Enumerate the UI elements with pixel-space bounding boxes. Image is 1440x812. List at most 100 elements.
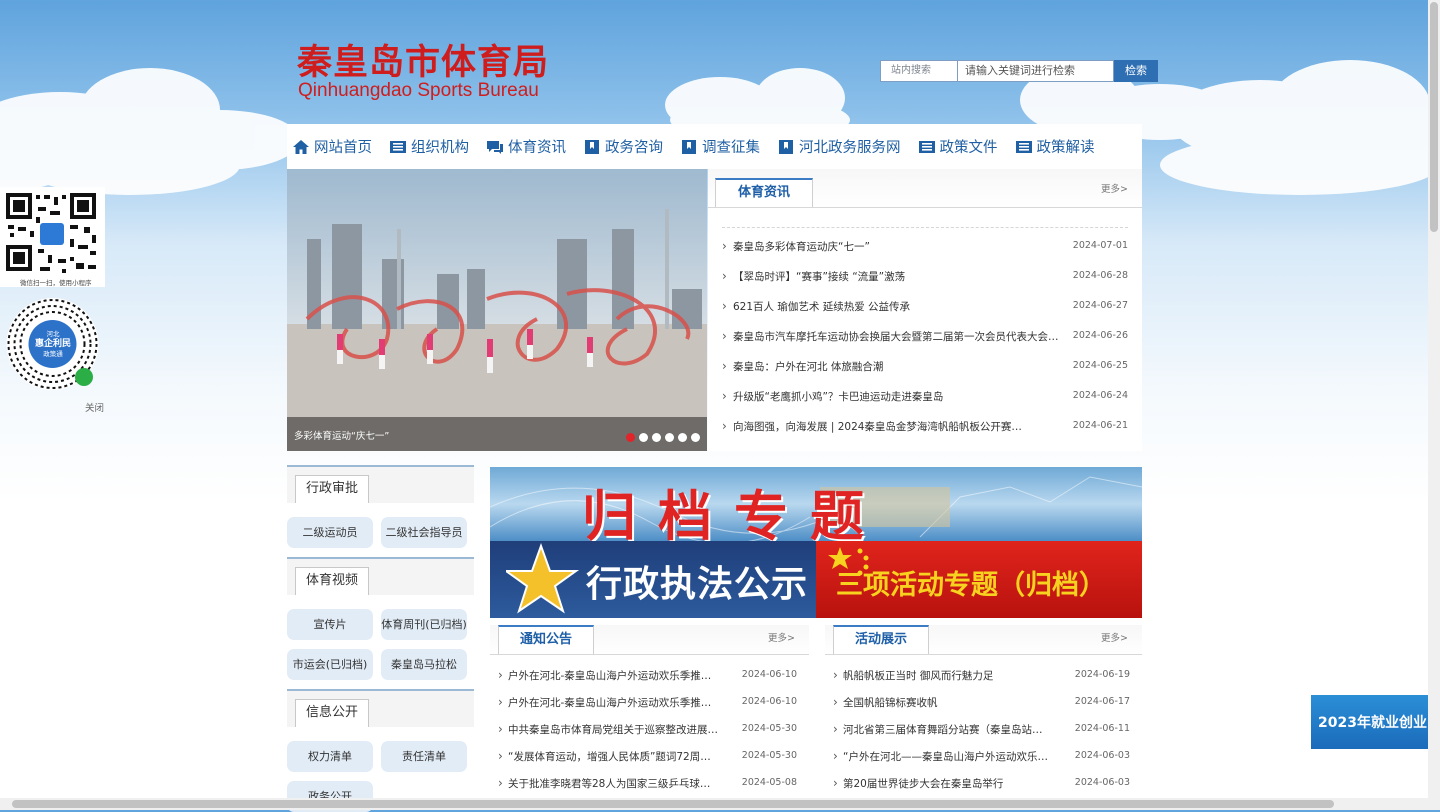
slide-caption[interactable]: 多彩体育运动“庆七一” — [294, 428, 389, 442]
chevron-right-icon: › — [498, 722, 503, 736]
quick-link-button[interactable]: 二级运动员 — [287, 517, 373, 548]
notice-title[interactable]: 中共秦皇岛市体育局党组关于巡察整改进展情… — [508, 722, 719, 737]
news-date: 2024-06-24 — [1072, 390, 1128, 401]
activity-date: 2024-06-03 — [1074, 750, 1130, 761]
activity-item[interactable]: › 河北省第三届体育舞蹈分站赛（秦皇岛站）激… 2024-06-11 — [833, 722, 1130, 738]
horizontal-scrollbar[interactable] — [0, 798, 1428, 810]
nav-item[interactable]: 调查征集 — [680, 136, 760, 157]
activity-title[interactable]: 第20届世界徒步大会在秦皇岛举行 — [843, 776, 1052, 791]
search-input[interactable]: 请输入关键词进行检索 — [957, 60, 1114, 82]
activities-banner[interactable]: 三项活动专题（归档） — [816, 541, 1142, 618]
slider-dot[interactable] — [626, 433, 635, 442]
search-bar: 站内搜索 请输入关键词进行检索 检索 — [880, 60, 1158, 82]
activity-more-link[interactable]: 更多> — [1101, 630, 1128, 644]
notice-title[interactable]: 户外在河北-秦皇岛山海户外运动欢乐季推进方… — [508, 668, 719, 683]
slider-dot[interactable] — [652, 433, 661, 442]
notice-item[interactable]: › 中共秦皇岛市体育局党组关于巡察整改进展情… 2024-05-30 — [498, 722, 797, 738]
notice-title[interactable]: 关于批准李晓君等28人为国家三级乒乓球裁… — [508, 776, 719, 791]
nav-item[interactable]: 政策文件 — [918, 136, 998, 157]
quick-link-button[interactable]: 二级社会指导员 — [381, 517, 467, 548]
site-title[interactable]: 秦皇岛市体育局 — [297, 34, 549, 85]
vertical-scrollbar[interactable] — [1428, 0, 1440, 810]
activity-item[interactable]: › “户外在河北——秦皇岛山海户外运动欢乐季”… 2024-06-03 — [833, 749, 1130, 765]
quick-link-button[interactable]: 市运会(已归档) — [287, 649, 373, 680]
news-more-link[interactable]: 更多> — [1101, 181, 1128, 195]
quick-link-button[interactable]: 体育周刊(已归档) — [381, 609, 467, 640]
divider — [722, 227, 1128, 228]
news-title[interactable]: 秦皇岛多彩体育运动庆“七一” — [733, 239, 1063, 254]
news-item[interactable]: › 秦皇岛市汽车摩托车运动协会换届大会暨第二届第一次会员代表大会… 2024-06-… — [722, 329, 1128, 345]
employment-ad-banner[interactable]: 2023年就业创业 — [1311, 695, 1428, 749]
image-slider[interactable]: 多彩体育运动“庆七一” — [287, 169, 707, 451]
section-tab[interactable]: 行政审批 — [295, 475, 369, 503]
sports-news-panel: 体育资讯 更多> › 秦皇岛多彩体育运动庆“七一” 2024-07-01 › 【翠岛时评… — [708, 169, 1142, 451]
ad-text: 2023年就业创业 — [1318, 715, 1427, 731]
news-item[interactable]: › 升级版“老鹰抓小鸡”？卡巴迪运动走进秦皇岛 2024-06-24 — [722, 389, 1128, 405]
tab-label: 体育资讯 — [737, 185, 790, 200]
quick-link-button[interactable]: 宣传片 — [287, 609, 373, 640]
notice-item[interactable]: › 户外在河北-秦皇岛山海户外运动欢乐季推进方… 2024-06-10 — [498, 695, 797, 711]
nav-item[interactable]: 政策解读 — [1015, 136, 1095, 157]
chevron-right-icon: › — [498, 749, 503, 763]
tab-activities[interactable]: 活动展示 — [833, 625, 929, 654]
enforcement-banner[interactable]: 行政执法公示 — [490, 541, 816, 618]
section-tab[interactable]: 信息公开 — [295, 699, 369, 727]
search-button[interactable]: 检索 — [1114, 60, 1158, 82]
left-section: 信息公开 权力清单 责任清单 政务公开 — [287, 689, 474, 812]
nav-item[interactable]: 政务咨询 — [583, 136, 663, 157]
slider-dot[interactable] — [639, 433, 648, 442]
notice-title[interactable]: 户外在河北-秦皇岛山海户外运动欢乐季推进方… — [508, 695, 719, 710]
nav-item[interactable]: 河北政务服务网 — [777, 136, 901, 157]
slider-dot[interactable] — [678, 433, 687, 442]
notice-item[interactable]: › 户外在河北-秦皇岛山海户外运动欢乐季推进方… 2024-06-10 — [498, 668, 797, 684]
scroll-thumb[interactable] — [12, 800, 1334, 808]
tab-sports-news[interactable]: 体育资讯 — [715, 178, 813, 207]
qr-code-images[interactable] — [0, 187, 105, 412]
activity-item[interactable]: › 帆船帆板正当时 御风而行魅力足 2024-06-19 — [833, 668, 1130, 684]
quick-link-button[interactable]: 秦皇岛马拉松 — [381, 649, 467, 680]
quick-link-button[interactable]: 权力清单 — [287, 741, 373, 772]
activity-title[interactable]: 河北省第三届体育舞蹈分站赛（秦皇岛站）激… — [843, 722, 1052, 737]
slide-caption-bar: 多彩体育运动“庆七一” — [287, 417, 707, 451]
notice-panel: 通知公告 更多> › 户外在河北-秦皇岛山海户外运动欢乐季推进方… 2024-06-… — [490, 625, 809, 805]
book-icon — [389, 139, 407, 155]
notice-item[interactable]: › 关于批准李晓君等28人为国家三级乒乓球裁… 2024-05-08 — [498, 776, 797, 792]
tab-label: 通知公告 — [519, 632, 572, 647]
news-title[interactable]: 秦皇岛市汽车摩托车运动协会换届大会暨第二届第一次会员代表大会… — [733, 329, 1063, 344]
notice-title[interactable]: “发展体育运动，增强人民体质”题词72周… — [508, 749, 719, 764]
chevron-right-icon: › — [722, 269, 727, 283]
news-item[interactable]: › 向海图强，向海发展 | 2024秦皇岛金梦海湾帆船帆板公开赛… 2024-06-… — [722, 419, 1128, 435]
news-title[interactable]: 向海图强，向海发展 | 2024秦皇岛金梦海湾帆船帆板公开赛… — [733, 419, 1063, 434]
news-item[interactable]: › 621百人 瑜伽艺术 延续热爱 公益传承 2024-06-27 — [722, 299, 1128, 315]
activity-title[interactable]: 全国帆船锦标赛收帆 — [843, 695, 1052, 710]
activity-item[interactable]: › 第20届世界徒步大会在秦皇岛举行 2024-06-03 — [833, 776, 1130, 792]
notice-item[interactable]: › “发展体育运动，增强人民体质”题词72周… 2024-05-30 — [498, 749, 797, 765]
nav-item[interactable]: 网站首页 — [292, 136, 372, 157]
news-item[interactable]: › 秦皇岛：户外在河北 体旅融合潮 2024-06-25 — [722, 359, 1128, 375]
activity-title[interactable]: 帆船帆板正当时 御风而行魅力足 — [843, 668, 1052, 683]
activity-title[interactable]: “户外在河北——秦皇岛山海户外运动欢乐季”… — [843, 749, 1052, 764]
news-title[interactable]: 升级版“老鹰抓小鸡”？卡巴迪运动走进秦皇岛 — [733, 389, 1063, 404]
news-item[interactable]: › 秦皇岛多彩体育运动庆“七一” 2024-07-01 — [722, 239, 1128, 255]
tab-notices[interactable]: 通知公告 — [498, 625, 594, 654]
scroll-thumb[interactable] — [1430, 2, 1438, 232]
archive-banner[interactable]: 归档专题 — [490, 467, 1142, 541]
news-title[interactable]: 秦皇岛：户外在河北 体旅融合潮 — [733, 359, 1063, 374]
nav-item[interactable]: 体育资讯 — [486, 136, 566, 157]
close-qr-button[interactable]: 关闭 — [85, 400, 104, 414]
book-icon — [1015, 139, 1033, 155]
news-date: 2024-06-25 — [1072, 360, 1128, 371]
quick-link-button[interactable]: 责任清单 — [381, 741, 467, 772]
news-item[interactable]: › 【翠岛时评】“赛事”接续 “流量”激荡 2024-06-28 — [722, 269, 1128, 285]
bookmark-icon — [777, 139, 795, 155]
section-tab[interactable]: 体育视频 — [295, 567, 369, 595]
notice-date: 2024-06-10 — [741, 696, 797, 707]
news-title[interactable]: 621百人 瑜伽艺术 延续热爱 公益传承 — [733, 299, 1063, 314]
notice-more-link[interactable]: 更多> — [768, 630, 795, 644]
news-title[interactable]: 【翠岛时评】“赛事”接续 “流量”激荡 — [733, 269, 1063, 284]
nav-item[interactable]: 组织机构 — [389, 136, 469, 157]
slider-dot[interactable] — [665, 433, 674, 442]
bookmark-icon — [583, 139, 601, 155]
slider-dot[interactable] — [691, 433, 700, 442]
activity-item[interactable]: › 全国帆船锦标赛收帆 2024-06-17 — [833, 695, 1130, 711]
